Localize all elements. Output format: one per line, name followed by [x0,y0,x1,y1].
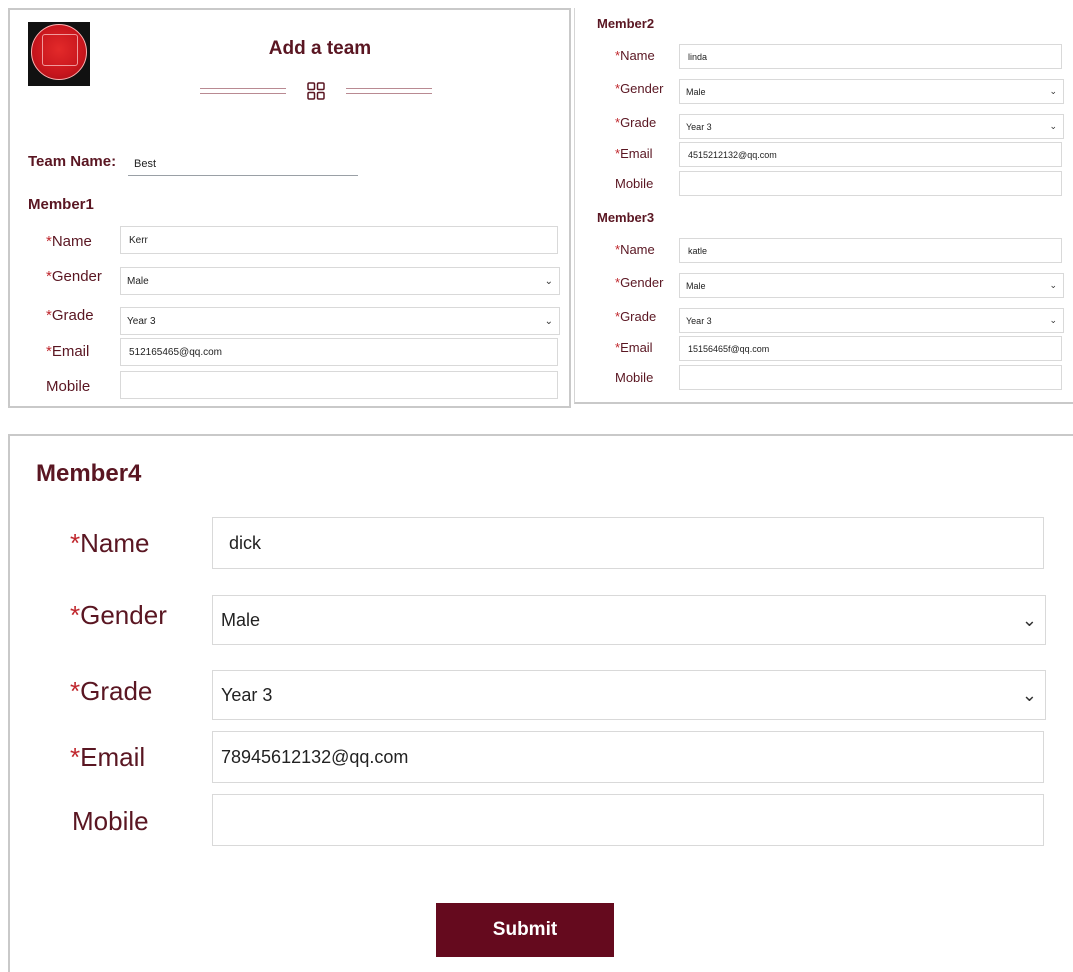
member1-grade-label: *Grade [46,307,94,324]
member2-mobile-input[interactable] [679,171,1062,196]
member2-email-input[interactable] [679,142,1062,167]
member1-grade-select[interactable]: Year 3 ⌄ [120,307,560,335]
member2-gender-select[interactable]: Male ⌄ [679,79,1064,104]
member3-mobile-input[interactable] [679,365,1062,390]
chevron-down-icon: ⌄ [1021,684,1037,705]
member4-mobile-label: Mobile [72,806,149,836]
member3-heading: Member3 [597,210,655,225]
divider-line-left [200,88,286,94]
chevron-down-icon: ⌄ [544,315,553,327]
member2-gender-label: *Gender [615,81,664,96]
member4-email-label: *Email [70,742,146,772]
chevron-down-icon: ⌄ [1049,280,1057,290]
team-name-input[interactable] [128,153,358,176]
member3-grade-select[interactable]: Year 3 ⌄ [679,308,1064,333]
member4-panel: Member4 *Name *Gender Male⌄ *Grade Year … [8,434,1073,972]
member1-name-input[interactable] [120,226,558,254]
member3-gender-select[interactable]: Male ⌄ [679,273,1064,298]
member4-grade-label: *Grade [70,676,153,706]
chevron-down-icon: ⌄ [1049,121,1057,131]
member4-grade-select[interactable]: Year 3 ⌄ [212,670,1046,720]
member4-gender-select[interactable]: Male ⌄ [212,595,1046,645]
member2-email-label: *Email [615,146,653,161]
member1-email-label: *Email [46,343,90,360]
member3-grade-label: *Grade [615,309,657,324]
member1-gender-label: *Gender [46,268,102,285]
members-panel: Member2 *Name *Gender Male⌄ *Grade Year … [574,8,1073,404]
member2-mobile-label: Mobile [615,176,654,191]
grid-icon [307,82,325,100]
chevron-down-icon: ⌄ [1021,609,1037,630]
member4-heading: Member4 [36,460,142,487]
member4-name-input[interactable] [212,517,1044,569]
member2-name-input[interactable] [679,44,1062,69]
member2-grade-label: *Grade [615,115,657,130]
member3-email-label: *Email [615,340,653,355]
member3-name-input[interactable] [679,238,1062,263]
member4-name-label: *Name [70,528,150,558]
member1-mobile-input[interactable] [120,371,558,399]
member3-email-input[interactable] [679,336,1062,361]
chevron-down-icon: ⌄ [1049,315,1057,325]
member2-grade-select[interactable]: Year 3 ⌄ [679,114,1064,139]
page-title: Add a team [268,38,372,59]
member2-name-label: *Name [615,48,655,63]
member4-email-input[interactable] [212,731,1044,783]
submit-button[interactable]: Submit [436,903,614,957]
team-name-label: Team Name: [28,153,117,170]
member2-heading: Member2 [597,16,655,31]
member3-mobile-label: Mobile [615,370,654,385]
member1-gender-select[interactable]: Male ⌄ [120,267,560,295]
member1-mobile-label: Mobile [46,378,91,395]
member4-mobile-input[interactable] [212,794,1044,846]
member1-heading: Member1 [28,196,94,213]
member4-gender-label: *Gender [70,600,167,630]
chevron-down-icon: ⌄ [1049,86,1057,96]
chevron-down-icon: ⌄ [544,275,553,287]
member3-gender-label: *Gender [615,275,664,290]
member3-name-label: *Name [615,242,655,257]
university-seal-logo [28,22,90,86]
divider-line-right [346,88,432,94]
form-header-panel: Add a team Team Name: Member1 *Name *Gen… [8,8,571,408]
member1-name-label: *Name [46,233,92,250]
member1-email-input[interactable] [120,338,558,366]
